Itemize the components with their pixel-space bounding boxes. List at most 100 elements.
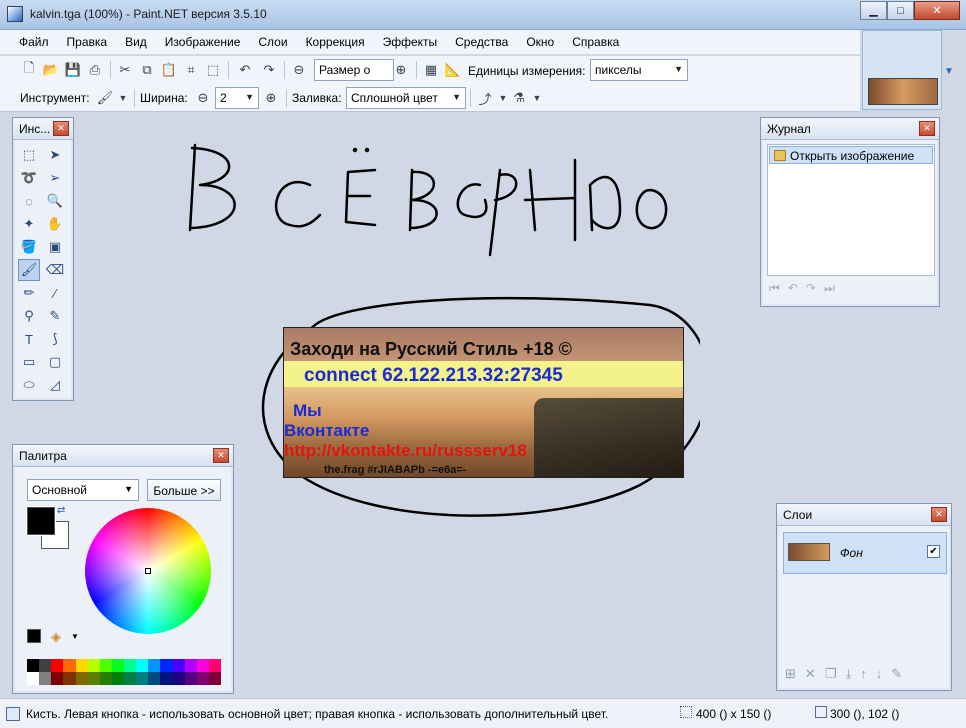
close-icon[interactable]: ✕	[919, 121, 935, 136]
color-swatch[interactable]	[75, 659, 88, 672]
color-swatch[interactable]	[136, 659, 149, 672]
palette-select[interactable]: Основной ▼	[27, 479, 139, 501]
menu-layers[interactable]: Слои	[249, 30, 296, 54]
rectangle-select-icon[interactable]: ⬚	[18, 144, 40, 166]
redo-icon[interactable]: ↷	[806, 281, 816, 296]
fill-select[interactable]: Сплошной цвет ▼	[346, 87, 466, 109]
color-swatch[interactable]	[160, 659, 173, 672]
merge-layer-down-icon[interactable]: ⤓	[845, 666, 851, 682]
cut-icon[interactable]: ✂	[116, 61, 134, 79]
close-icon[interactable]: ✕	[213, 448, 229, 463]
copy-icon[interactable]: ⧉	[138, 61, 156, 79]
move-selection-icon[interactable]: ➤	[44, 144, 66, 166]
menu-window[interactable]: Окно	[517, 30, 563, 54]
color-wheel-cursor[interactable]	[145, 568, 151, 574]
color-swatch[interactable]	[124, 659, 137, 672]
ellipse-icon[interactable]: ⬭	[18, 374, 40, 396]
close-button[interactable]: ✕	[914, 1, 960, 20]
color-swatch[interactable]	[196, 659, 209, 672]
color-swatch[interactable]	[27, 672, 40, 685]
decrease-width-icon[interactable]: ⊖	[194, 89, 212, 107]
color-swatch[interactable]	[208, 659, 221, 672]
grid-icon[interactable]: ▦	[422, 61, 440, 79]
color-swatch[interactable]	[111, 659, 124, 672]
paste-icon[interactable]: 📋	[160, 61, 178, 79]
crop-icon[interactable]: ⌗	[182, 61, 200, 79]
color-swatch[interactable]	[160, 672, 173, 685]
color-picker-icon[interactable]: ⁄	[44, 282, 66, 304]
close-icon[interactable]: ✕	[53, 121, 69, 136]
width-select[interactable]: 2 ▼	[215, 87, 259, 109]
color-swatch[interactable]	[51, 659, 64, 672]
color-swatch[interactable]	[148, 659, 161, 672]
pencil-icon[interactable]: ✏	[18, 282, 40, 304]
color-swatch[interactable]	[184, 659, 197, 672]
color-swatch[interactable]	[196, 672, 209, 685]
palette-menu-icon[interactable]: ◈	[51, 629, 61, 645]
brush-tool-icon[interactable]: 🖌	[96, 89, 114, 107]
color-swatch[interactable]	[27, 659, 40, 672]
menu-view[interactable]: Вид	[116, 30, 156, 54]
save-icon[interactable]: 💾	[64, 61, 82, 79]
antialiasing-icon[interactable]: ⤴	[476, 89, 494, 107]
move-selected-icon[interactable]: ➢	[44, 167, 66, 189]
deselect-icon[interactable]: ⬚	[204, 61, 222, 79]
rectangle-icon[interactable]: ▭	[18, 351, 40, 373]
text-icon[interactable]: T	[18, 328, 40, 350]
gradient-icon[interactable]: ▣	[44, 236, 66, 258]
color-swatch[interactable]	[99, 672, 112, 685]
blend-mode-icon[interactable]: ⚗	[510, 89, 528, 107]
paint-bucket-icon[interactable]: 🪣	[18, 236, 40, 258]
rounded-rectangle-icon[interactable]: ▢	[44, 351, 66, 373]
zoom-select[interactable]: Размер о	[314, 59, 394, 81]
move-layer-up-icon[interactable]: ↑	[860, 666, 867, 682]
menu-help[interactable]: Справка	[563, 30, 628, 54]
layer-visibility-checkbox[interactable]: ✔	[927, 545, 940, 558]
open-file-icon[interactable]: 📂	[42, 61, 60, 79]
eraser-icon[interactable]: ⌫	[44, 259, 66, 281]
menu-adjustments[interactable]: Коррекция	[297, 30, 374, 54]
menu-utilities[interactable]: Средства	[446, 30, 517, 54]
menu-file[interactable]: Файл	[10, 30, 58, 54]
layer-properties-icon[interactable]: ✎	[891, 666, 902, 682]
lasso-select-icon[interactable]: ➰	[18, 167, 40, 189]
ellipse-select-icon[interactable]: ◌	[18, 190, 40, 212]
duplicate-layer-icon[interactable]: ❐	[825, 666, 837, 682]
primary-color-swatch[interactable]	[27, 507, 55, 535]
zoom-out-icon[interactable]: ⊖	[290, 61, 308, 79]
add-to-palette-icon[interactable]	[27, 629, 41, 643]
chevron-down-icon[interactable]: ▼	[944, 66, 954, 77]
recolor-icon[interactable]: ✎	[44, 305, 66, 327]
color-swatch[interactable]	[75, 672, 88, 685]
swap-colors-icon[interactable]: ⇄	[57, 505, 65, 516]
layer-row[interactable]: Фон ✔	[783, 532, 947, 574]
color-swatch[interactable]	[136, 672, 149, 685]
color-swatch[interactable]	[99, 659, 112, 672]
color-swatch[interactable]	[148, 672, 161, 685]
undo-icon[interactable]: ↶	[788, 281, 798, 296]
delete-layer-icon[interactable]: ✕	[805, 666, 816, 682]
print-icon[interactable]: ⎙	[86, 61, 104, 79]
color-swatch[interactable]	[172, 672, 185, 685]
menu-edit[interactable]: Правка	[58, 30, 117, 54]
color-swatch[interactable]	[124, 672, 137, 685]
chevron-down-icon[interactable]: ▼	[114, 89, 132, 107]
redo-icon[interactable]: ↷	[260, 61, 278, 79]
line-curve-icon[interactable]: ⟆	[44, 328, 66, 350]
paintbrush-icon[interactable]: 🖌	[18, 259, 40, 281]
chevron-down-icon[interactable]: ▼	[528, 89, 546, 107]
color-swatch[interactable]	[87, 659, 100, 672]
color-swatch[interactable]	[39, 672, 52, 685]
freeform-shape-icon[interactable]: ◿	[44, 374, 66, 396]
image-thumbnail-tab[interactable]	[862, 30, 942, 110]
color-swatch[interactable]	[39, 659, 52, 672]
add-layer-icon[interactable]: ⊞	[785, 666, 796, 682]
color-swatch[interactable]	[208, 672, 221, 685]
units-select[interactable]: пикселы ▼	[590, 59, 688, 81]
fast-forward-icon[interactable]: ⏭	[824, 281, 835, 296]
color-wheel[interactable]	[85, 508, 211, 634]
zoom-icon[interactable]: 🔍	[44, 190, 66, 212]
chevron-down-icon[interactable]: ▼	[71, 632, 79, 641]
color-swatch[interactable]	[63, 659, 76, 672]
clone-stamp-icon[interactable]: ⚲	[18, 305, 40, 327]
